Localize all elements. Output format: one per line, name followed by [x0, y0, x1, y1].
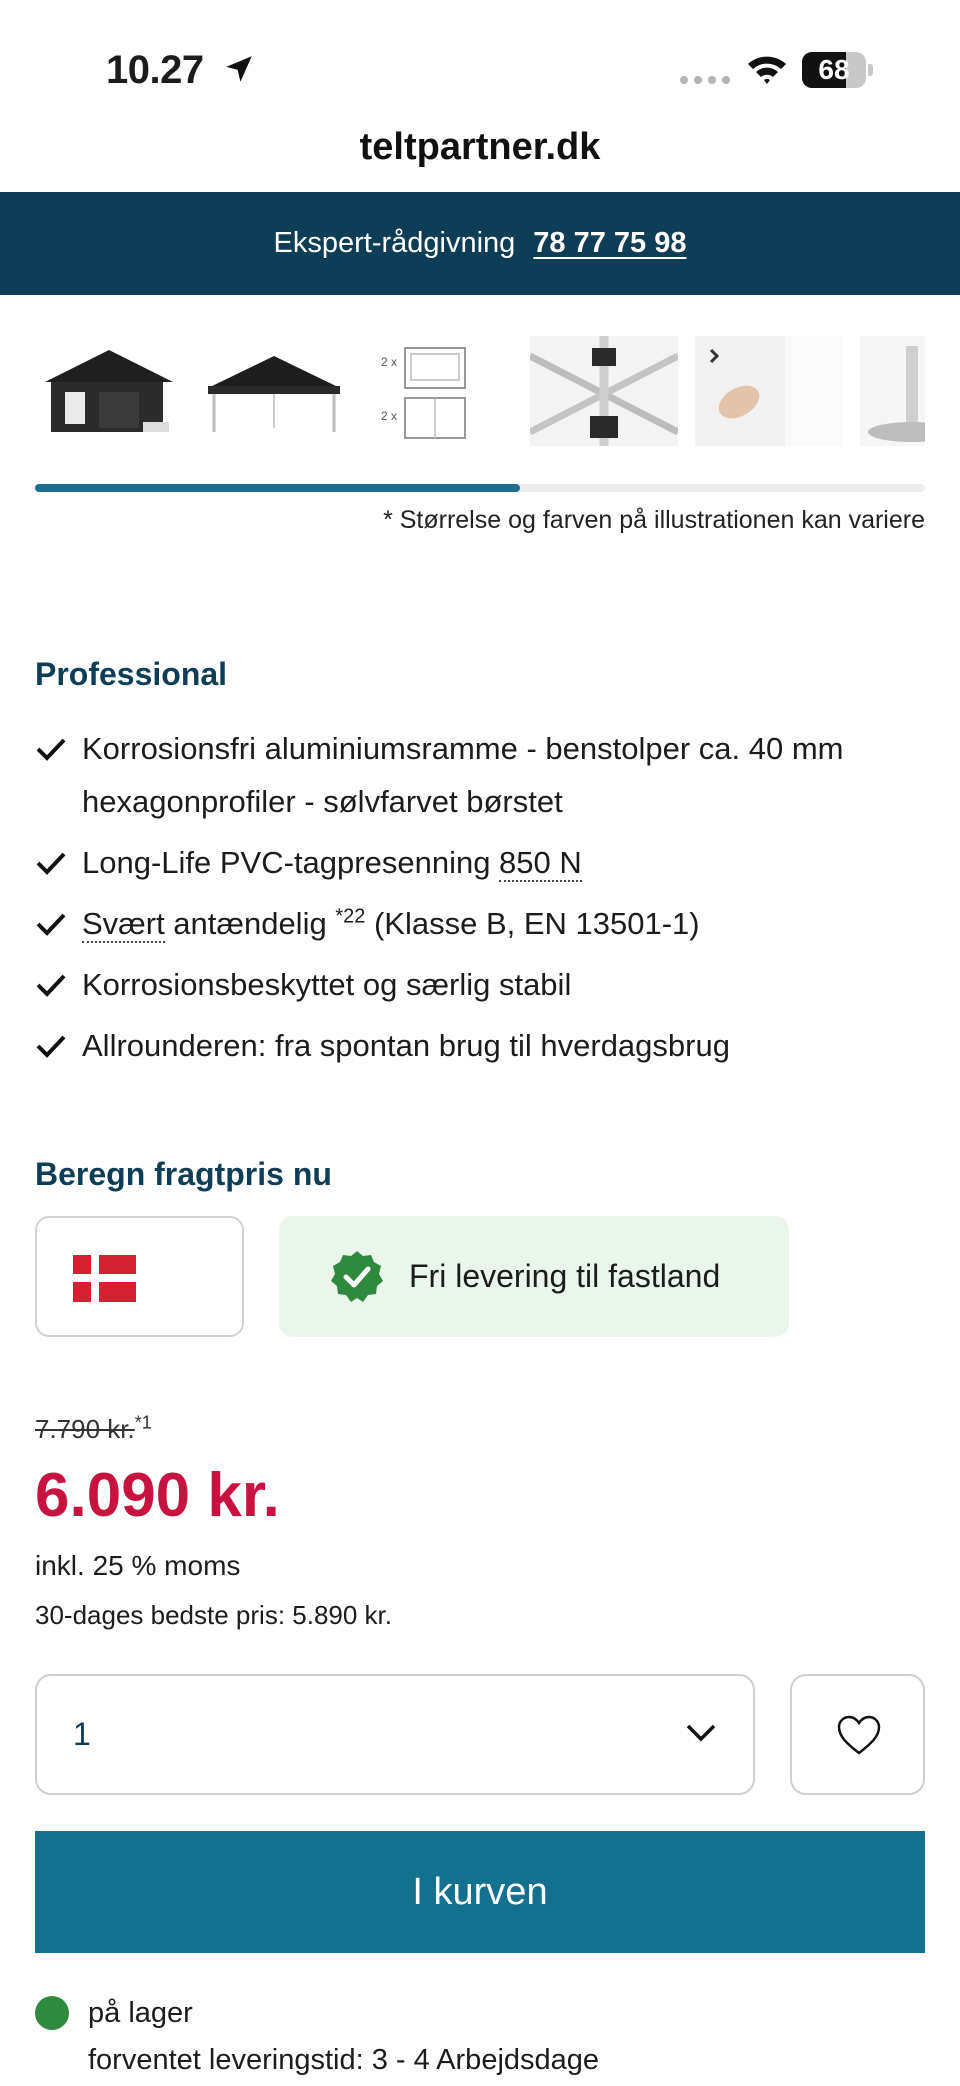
expert-banner: Ekspert-rådgivning 78 77 75 98: [0, 192, 960, 295]
country-selector[interactable]: [35, 1216, 244, 1337]
old-price-footnote[interactable]: *1: [135, 1412, 152, 1432]
expert-phone-link[interactable]: 78 77 75 98: [533, 227, 686, 260]
black-canopy-tent-image: [208, 356, 340, 432]
check-icon: [36, 1035, 66, 1058]
expert-label: Ekspert-rådgivning: [273, 227, 516, 259]
vat-note: inkl. 25 % moms: [35, 1550, 241, 1581]
svg-text:2 x: 2 x: [381, 355, 397, 369]
location-arrow-icon: [226, 56, 252, 82]
browser-url[interactable]: teltpartner.dk: [0, 126, 960, 169]
add-to-cart-button[interactable]: I kurven: [35, 1831, 925, 1953]
shipping-title: Beregn fragtpris nu: [35, 1156, 332, 1192]
thumbnail-gallery[interactable]: 2 x 2 x: [35, 336, 925, 446]
denmark-flag-icon: [73, 1255, 136, 1302]
black-tent-with-walls-image: [45, 350, 173, 432]
footnote-ref[interactable]: *22: [335, 906, 365, 928]
foot-plate-image: [860, 336, 925, 446]
gallery-scrollbar-thumb[interactable]: [35, 484, 521, 492]
thumbnail-2[interactable]: [200, 336, 348, 446]
aluminium-frame-joint-image: [528, 336, 680, 446]
status-time: 10.27: [106, 48, 204, 92]
check-icon: [36, 852, 66, 875]
thumbnail-6[interactable]: [860, 336, 925, 446]
feature-text: Korrosionsbeskyttet og særlig stabil: [82, 967, 572, 1002]
svg-text:2 x: 2 x: [381, 409, 397, 423]
feature-item: Korrosionsfri aluminiumsramme - benstolp…: [35, 722, 895, 828]
thumbnail-4[interactable]: [528, 336, 680, 446]
feature-item: Korrosionsbeskyttet og særlig stabil: [35, 958, 895, 1011]
battery-percentage: 68: [818, 54, 850, 85]
hand-on-fabric-image: [695, 336, 843, 446]
feature-text: Long-Life PVC-tagpresenning: [82, 845, 500, 880]
check-icon: [36, 974, 66, 997]
wifi-icon: [748, 56, 786, 84]
delivery-lead-time: forventet leveringstid: 3 - 4 Arbejdsdag…: [88, 2044, 600, 2076]
verified-check-icon: [331, 1250, 383, 1302]
thumbnail-3[interactable]: 2 x 2 x: [365, 336, 513, 446]
old-price-value: 7.790 kr.: [35, 1414, 135, 1444]
feature-item: Svært antændelig *22 (Klasse B, EN 13501…: [35, 897, 895, 950]
tooltip-term[interactable]: 850 N: [499, 845, 582, 882]
quantity-select[interactable]: 1: [35, 1674, 755, 1795]
tooltip-term[interactable]: Svært: [82, 906, 165, 943]
delivery-text: Fri levering til fastland: [409, 1258, 721, 1294]
battery-icon: 68: [802, 52, 873, 88]
thumbnail-5[interactable]: [695, 336, 843, 446]
feature-text: (Klasse B, EN 13501-1): [365, 906, 700, 941]
best-price-30-days: 30-dages bedste pris: 5.890 kr.: [35, 1600, 393, 1630]
check-icon: [36, 913, 66, 936]
stock-status: på lager: [88, 1997, 193, 2029]
cellular-signal-icon: [680, 76, 730, 84]
feature-text: Korrosionsfri aluminiumsramme - benstolp…: [82, 731, 844, 819]
feature-item: Long-Life PVC-tagpresenning 850 N: [35, 836, 895, 889]
feature-text: antændelig: [164, 906, 336, 941]
feature-item: Allrounderen: fra spontan brug til hverd…: [35, 1019, 895, 1072]
stock-status-dot: [35, 1996, 69, 2030]
wishlist-button[interactable]: [790, 1674, 925, 1795]
illustration-note: * Størrelse og farven på illustrationen …: [383, 506, 925, 534]
quantity-value: 1: [73, 1716, 91, 1752]
gallery-scrollbar[interactable]: [35, 484, 925, 492]
feature-text: Allrounderen: fra spontan brug til hverd…: [82, 1028, 730, 1063]
thumbnail-1[interactable]: [35, 336, 183, 446]
heart-icon: [837, 1715, 881, 1755]
window-sidewall-diagram-image: 2 x 2 x: [381, 347, 466, 439]
old-price: 7.790 kr.*1: [35, 1412, 152, 1445]
feature-list: Korrosionsfri aluminiumsramme - benstolp…: [35, 722, 895, 1080]
features-title: Professional: [35, 656, 228, 692]
check-icon: [36, 738, 66, 761]
current-price: 6.090 kr.: [35, 1461, 280, 1530]
status-bar: 10.27 68: [0, 0, 960, 120]
chevron-down-icon: [686, 1724, 716, 1742]
free-delivery-badge: Fri levering til fastland: [279, 1216, 789, 1337]
